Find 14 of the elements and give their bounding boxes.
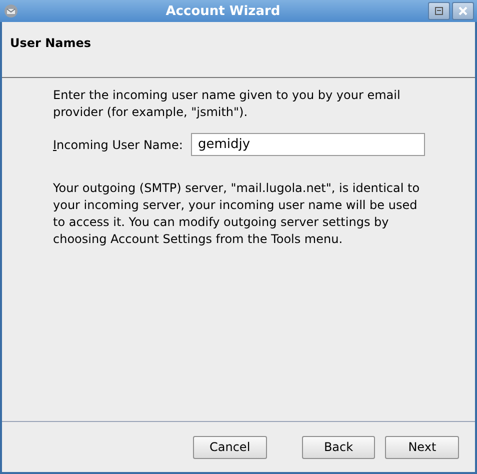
username-field[interactable]: gemidjy [191,133,425,156]
page-heading: User Names [10,36,92,50]
close-icon [458,6,468,16]
info-text: Your outgoing (SMTP) server, "mail.lugola.net", is identical to your incoming server, your incoming user name will be used to access it. You can modify outgoing server settings by choosing Account Settings from the Tools menu. [53,180,421,248]
mail-icon [4,4,18,18]
wizard-button[interactable]: Back [302,436,376,458]
maximize-icon [434,6,444,16]
close-button[interactable] [452,2,474,20]
cancel-button[interactable]: Cancel [193,436,267,458]
instruction-text: Enter the incoming user name given to you by your email provider (for example, "jsmith"). [53,87,402,121]
wizard-button[interactable]: Next [385,436,460,458]
field-label: Incoming User Name: [53,138,184,152]
window-title: Account Wizard [164,4,282,18]
maximize-button[interactable] [428,2,450,20]
